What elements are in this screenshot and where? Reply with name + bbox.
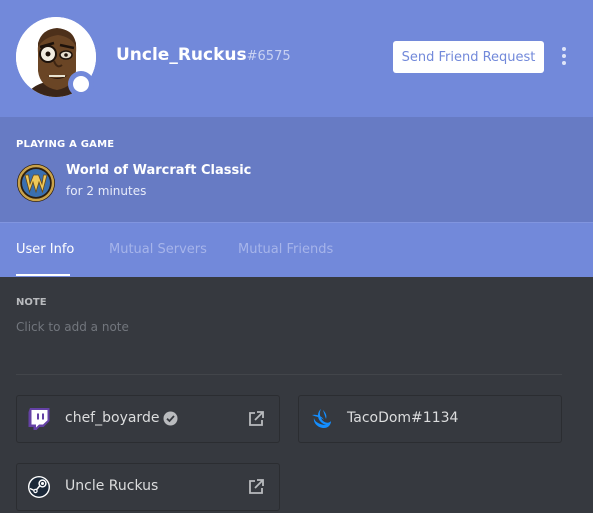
username: Uncle_Ruckus#6575 [116,45,291,65]
more-vertical-icon[interactable] [556,44,572,70]
wow-logo-icon [16,163,56,203]
profile-tabs: User Info Mutual Servers Mutual Friends [0,222,593,277]
tab-mutual-servers[interactable]: Mutual Servers [109,242,207,257]
game-elapsed-time: for 2 minutes [66,184,147,198]
profile-header: Uncle_Ruckus#6575 Send Friend Request [0,0,593,117]
activity-section: PLAYING A GAME World of Warcraft Classic… [0,117,593,222]
external-link-icon[interactable] [247,478,265,496]
connected-account-steam: Uncle Ruckus [16,463,280,511]
activity-title: PLAYING A GAME [16,139,115,150]
verified-check-icon [163,411,178,426]
connected-account-battlenet: TacoDom#1134 [298,395,562,443]
external-link-icon[interactable] [247,410,265,428]
username-discriminator: #6575 [246,49,291,64]
divider [16,374,562,375]
username-name: Uncle_Ruckus [116,45,247,65]
account-name: Uncle Ruckus [65,478,159,494]
game-name: World of Warcraft Classic [66,163,252,178]
twitch-icon [27,407,51,431]
connected-account-twitch: chef_boyarde [16,395,280,443]
account-name: TacoDom#1134 [347,410,459,426]
note-input[interactable]: Click to add a note [16,320,129,334]
tab-mutual-friends[interactable]: Mutual Friends [238,242,333,257]
tab-user-info[interactable]: User Info [16,242,74,257]
active-tab-indicator [16,274,70,276]
account-name: chef_boyarde [65,410,160,426]
note-label: NOTE [16,297,47,308]
status-dot-icon [73,76,89,92]
steam-icon [27,475,51,499]
send-friend-request-button[interactable]: Send Friend Request [393,41,544,73]
battlenet-icon [309,407,333,431]
avatar [16,17,96,97]
